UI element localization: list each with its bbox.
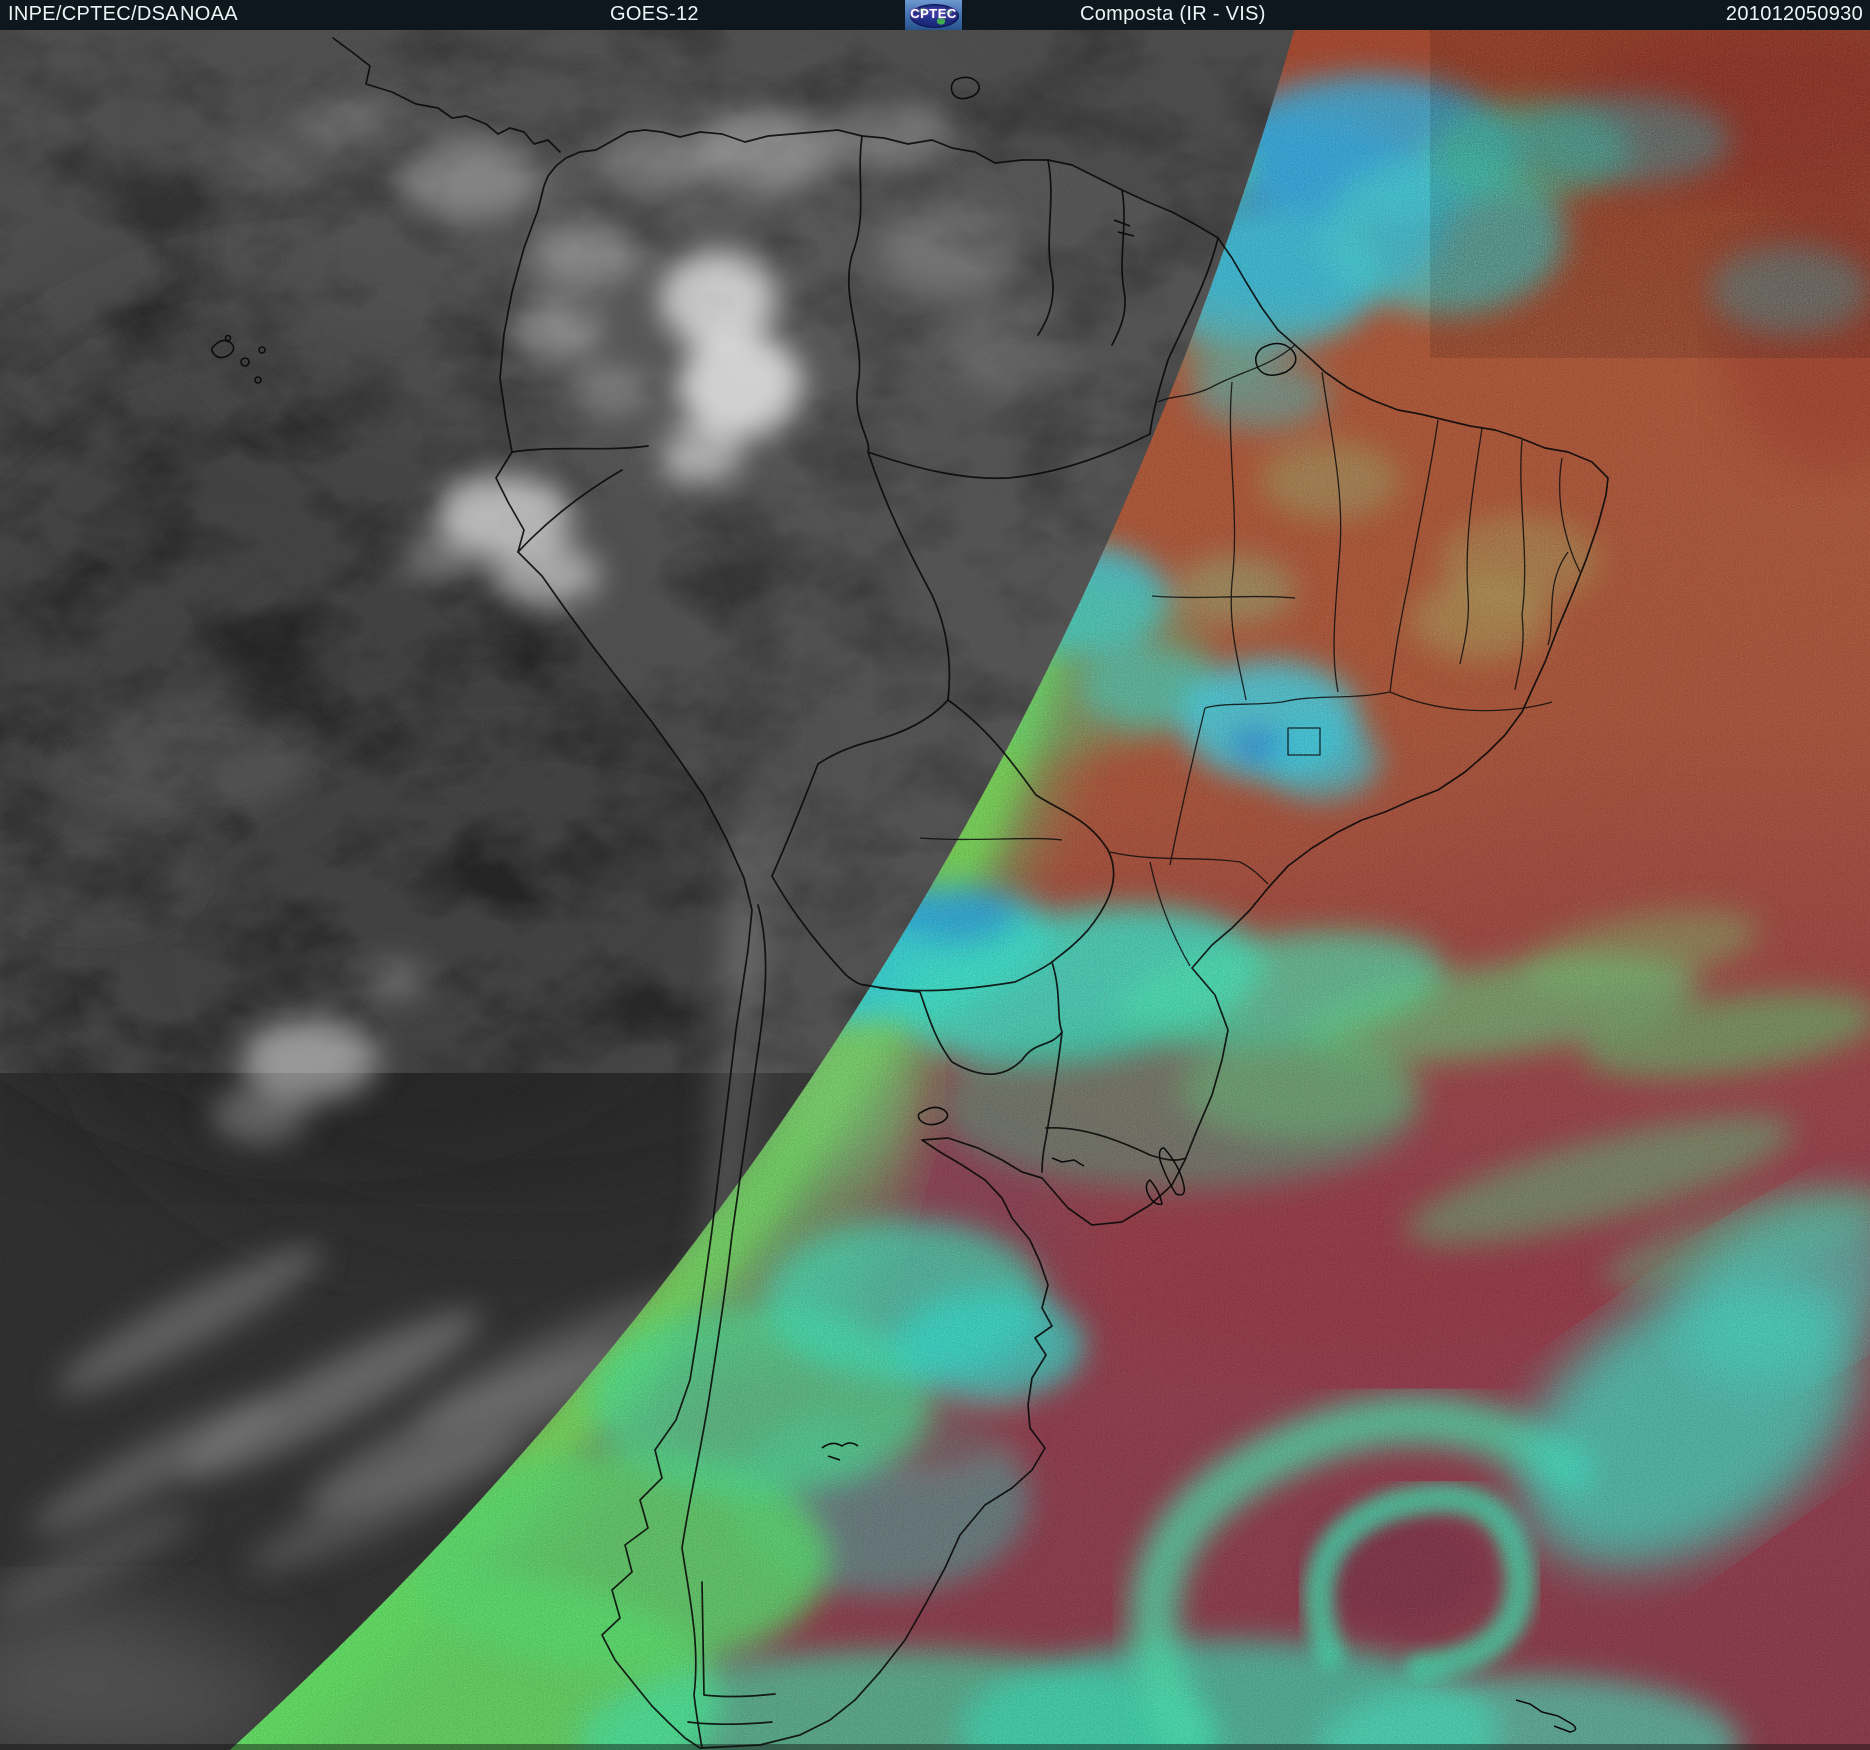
satellite-label: GOES-12	[610, 3, 699, 25]
cptec-logo-text: CPTEC	[910, 6, 957, 21]
satellite-composite	[0, 28, 1870, 1750]
image-bottom-edge	[0, 1744, 1870, 1750]
agency-label: NOAA	[180, 3, 238, 25]
cptec-logo: CPTEC	[905, 0, 962, 30]
title-bar: INPE/CPTEC/DSA NOAA GOES-12 CPTEC Compos…	[0, 0, 1870, 30]
timestamp-label: 201012050930	[1725, 3, 1863, 25]
organization-label: INPE/CPTEC/DSA	[8, 3, 179, 25]
product-label: Composta (IR - VIS)	[1080, 3, 1266, 25]
